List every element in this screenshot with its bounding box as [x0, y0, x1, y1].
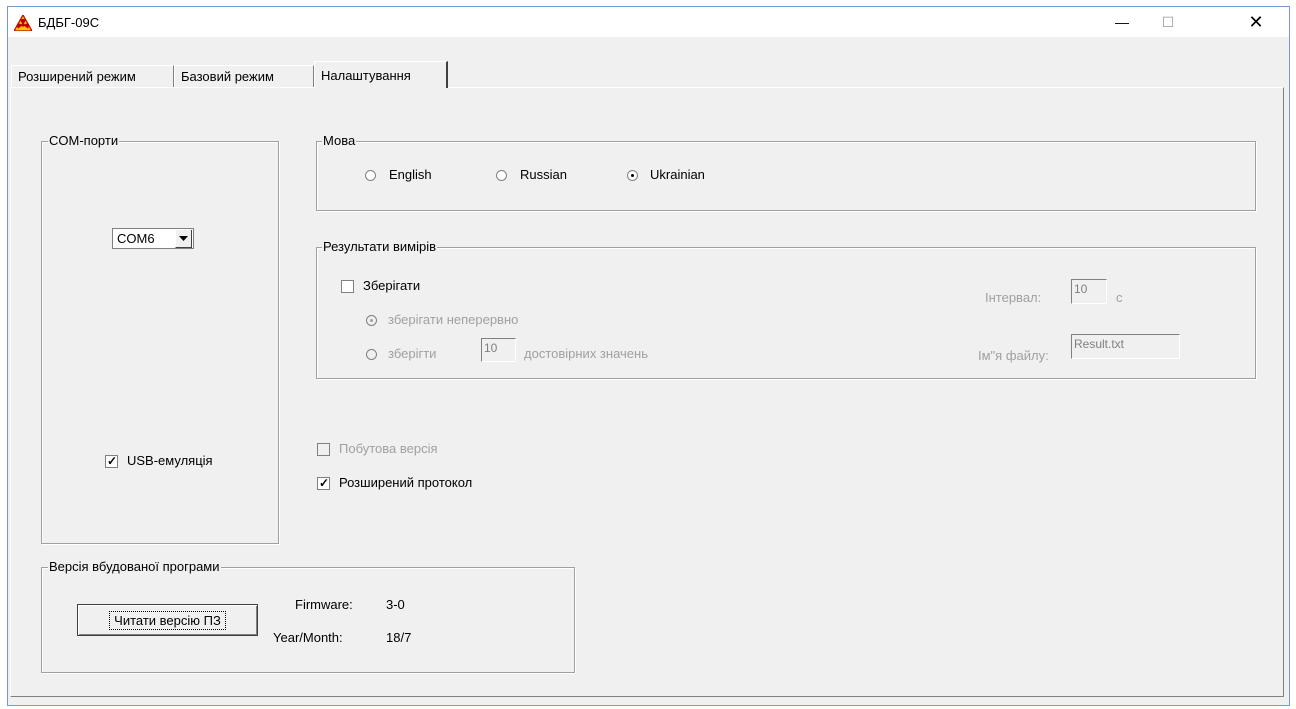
year-month-label: Year/Month: [273, 630, 343, 645]
save-n-suffix: достовірних значень [524, 346, 648, 361]
household-version-label: Побутова версія [339, 441, 438, 456]
interval-label: Інтервал: [985, 290, 1042, 305]
radio-russian-label: Russian [520, 167, 567, 182]
tab-extended-mode[interactable]: Розширений режим [11, 65, 174, 87]
close-button[interactable]: ✕ [1233, 7, 1279, 37]
window-title: БДБГ-09С [38, 15, 100, 30]
com-port-select[interactable]: COM6 [112, 228, 194, 249]
save-results-checkbox[interactable] [341, 280, 354, 293]
chevron-down-icon [179, 236, 188, 241]
radio-english-label: English [389, 167, 432, 182]
extended-protocol-label: Розширений протокол [339, 475, 473, 490]
usb-emulation-label: USB-емуляція [127, 453, 213, 468]
app-window: БДБГ-09С — ☐ ✕ Розширений режим Базовий … [7, 6, 1290, 706]
radio-save-continuous[interactable] [366, 315, 377, 326]
firmware-title: Версія вбудованої програми [48, 559, 221, 574]
checkmark-icon: ✓ [319, 476, 330, 490]
com-ports-group [41, 141, 279, 544]
title-bar[interactable]: БДБГ-09С — ☐ ✕ [8, 7, 1289, 37]
save-continuous-label: зберігати неперервно [388, 312, 519, 327]
dropdown-button[interactable] [175, 230, 192, 248]
save-results-label: Зберігати [363, 278, 421, 293]
household-version-checkbox[interactable] [317, 443, 330, 456]
extended-protocol-checkbox[interactable]: ✓ [317, 476, 330, 490]
minimize-button[interactable]: — [1099, 7, 1145, 37]
filename-input[interactable]: Result.txt [1071, 334, 1180, 359]
client-area: Розширений режим Базовий режим Налаштува… [8, 37, 1289, 705]
firmware-value: 3-0 [386, 597, 405, 612]
year-month-value: 18/7 [386, 630, 412, 645]
tab-settings[interactable]: Налаштування [314, 61, 448, 88]
save-n-input[interactable]: 10 [481, 338, 516, 362]
warning-radiation-icon [14, 15, 32, 31]
results-title: Результати вимірів [322, 239, 438, 254]
language-group [316, 141, 1256, 211]
read-firmware-button[interactable]: Читати версію ПЗ [77, 604, 258, 636]
com-ports-title: COM-порти [48, 133, 120, 148]
radio-save-n-values[interactable] [366, 349, 377, 360]
interval-input[interactable]: 10 [1071, 279, 1107, 304]
com-port-value: COM6 [117, 231, 155, 246]
tab-label: Розширений режим [18, 69, 136, 84]
tab-label: Налаштування [321, 67, 411, 83]
radio-ukrainian-label: Ukrainian [650, 167, 705, 182]
tab-basic-mode[interactable]: Базовий режим [174, 65, 314, 87]
radio-ukrainian[interactable] [627, 170, 638, 181]
language-title: Мова [322, 133, 357, 148]
save-n-label: зберігти [388, 346, 437, 361]
interval-unit: с [1116, 290, 1123, 305]
maximize-button[interactable]: ☐ [1145, 7, 1191, 37]
radio-english[interactable] [365, 170, 376, 181]
checkmark-icon: ✓ [107, 454, 118, 468]
firmware-label: Firmware: [295, 597, 353, 612]
tab-label: Базовий режим [181, 69, 274, 84]
read-firmware-label: Читати версію ПЗ [109, 610, 226, 630]
filename-label: Ім"я файлу: [978, 348, 1049, 363]
usb-emulation-checkbox[interactable]: ✓ [105, 454, 118, 468]
radio-russian[interactable] [496, 170, 507, 181]
